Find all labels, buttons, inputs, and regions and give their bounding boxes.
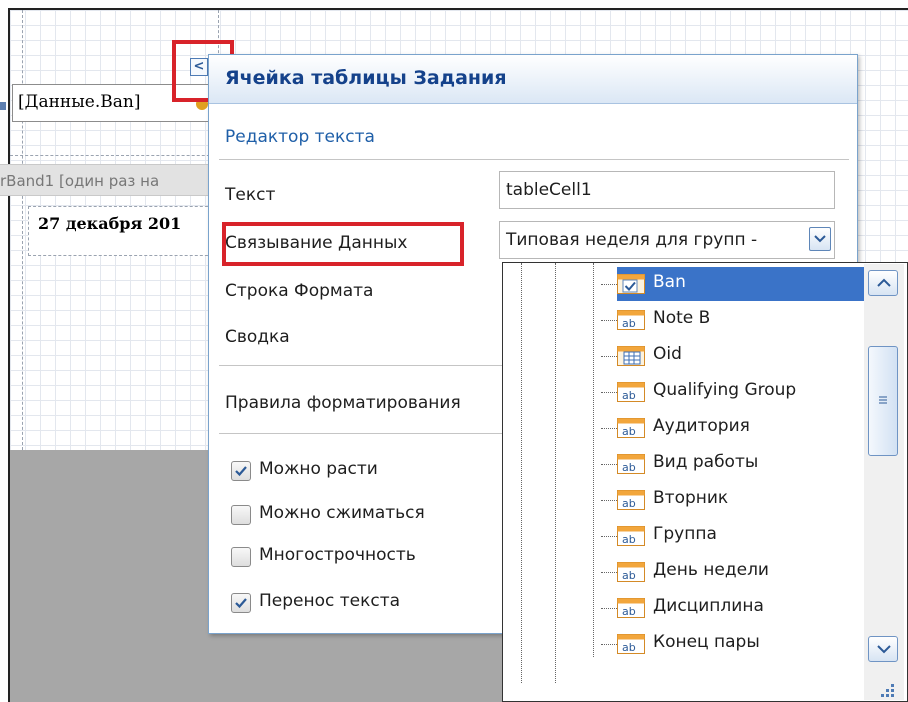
ban-field-text: [Данные.Ban] — [18, 92, 141, 112]
date-text: 27 декабря 201 — [38, 214, 182, 233]
band-guide — [10, 155, 230, 156]
data-binding-combo[interactable]: Типовая неделя для групп - — [499, 221, 835, 259]
can-shrink-label: Можно сжиматься — [259, 503, 425, 523]
table-field-icon — [617, 346, 645, 366]
scroll-up-button[interactable] — [868, 270, 898, 296]
svg-text:ab: ab — [622, 605, 636, 618]
selection-marker — [0, 102, 6, 110]
summary-label: Сводка — [225, 327, 290, 347]
svg-text:ab: ab — [622, 569, 636, 582]
field-list-dropdown: Ban ab Note B Oid ab Qualifying Group ab… — [502, 262, 908, 702]
list-item-work-type[interactable]: ab Вид работы — [601, 447, 873, 481]
scroll-thumb[interactable] — [868, 346, 898, 456]
svg-text:ab: ab — [622, 425, 636, 438]
list-item-label: Вторник — [653, 488, 729, 508]
list-item-label: Группа — [653, 524, 717, 544]
word-wrap-label: Перенос текста — [259, 591, 401, 611]
list-item-qualifying-group[interactable]: ab Qualifying Group — [601, 375, 873, 409]
list-item-label: Note B — [653, 308, 711, 328]
svg-text:ab: ab — [622, 497, 636, 510]
list-item-ban[interactable]: Ban — [601, 267, 871, 301]
panel-header: Ячейка таблицы Задания — [209, 55, 857, 104]
list-item-label: Oid — [653, 344, 682, 364]
tree-guide — [593, 263, 594, 657]
list-item-label: Ban — [653, 272, 686, 292]
list-item-pair-end[interactable]: ab Конец пары — [601, 627, 873, 661]
chevron-down-icon[interactable] — [809, 227, 831, 251]
svg-text:ab: ab — [622, 317, 636, 330]
can-grow-checkbox[interactable] — [231, 461, 251, 481]
text-label: Текст — [225, 185, 276, 205]
margin-guide — [22, 10, 23, 450]
band-label: rBand1 [один раз на — [0, 172, 160, 190]
text-field-icon: ab — [617, 454, 645, 474]
can-shrink-checkbox[interactable] — [231, 505, 251, 525]
text-editor-link[interactable]: Редактор текста — [225, 127, 375, 147]
text-field-icon: ab — [617, 526, 645, 546]
dropdown-scrollbar[interactable] — [864, 264, 904, 700]
text-field-icon: ab — [617, 382, 645, 402]
list-item-label: Дисциплина — [653, 596, 764, 616]
formatting-rules-label: Правила форматирования — [225, 393, 461, 413]
list-item-oid[interactable]: Oid — [601, 339, 873, 373]
scroll-down-button[interactable] — [868, 636, 898, 662]
list-item-label: Вид работы — [653, 452, 759, 472]
svg-text:ab: ab — [622, 533, 636, 546]
resize-grip-icon[interactable] — [878, 682, 896, 702]
list-item-label: Аудитория — [653, 416, 750, 436]
multiline-label: Многострочность — [259, 545, 416, 565]
list-item-label: День недели — [653, 560, 769, 580]
list-item-label: Qualifying Group — [653, 380, 797, 400]
multiline-checkbox[interactable] — [231, 547, 251, 567]
word-wrap-checkbox[interactable] — [231, 593, 251, 613]
checkbox-field-icon — [617, 274, 645, 294]
highlight-data-binding — [222, 222, 464, 266]
text-field-icon: ab — [617, 490, 645, 510]
tree-guide — [555, 263, 556, 683]
can-grow-label: Можно расти — [259, 459, 378, 479]
list-item-group[interactable]: ab Группа — [601, 519, 873, 553]
text-field-icon: ab — [617, 418, 645, 438]
list-item-weekday[interactable]: ab День недели — [601, 555, 873, 589]
list-item-label: Конец пары — [653, 632, 760, 652]
tree-guide — [521, 263, 522, 683]
text-field-icon: ab — [617, 634, 645, 654]
text-field[interactable]: tableCell1 — [499, 171, 835, 209]
svg-text:ab: ab — [622, 461, 636, 474]
format-string-label: Строка Формата — [225, 281, 374, 301]
svg-text:ab: ab — [622, 641, 636, 654]
text-field-icon: ab — [617, 598, 645, 618]
list-item-discipline[interactable]: ab Дисциплина — [601, 591, 873, 625]
text-field-icon: ab — [617, 562, 645, 582]
text-field-icon: ab — [617, 310, 645, 330]
list-item-tuesday[interactable]: ab Вторник — [601, 483, 873, 517]
list-item-note-b[interactable]: ab Note B — [601, 303, 873, 337]
divider — [219, 159, 849, 160]
svg-text:ab: ab — [622, 389, 636, 402]
list-item-auditorium[interactable]: ab Аудитория — [601, 411, 873, 445]
panel-title: Ячейка таблицы Задания — [225, 67, 507, 89]
